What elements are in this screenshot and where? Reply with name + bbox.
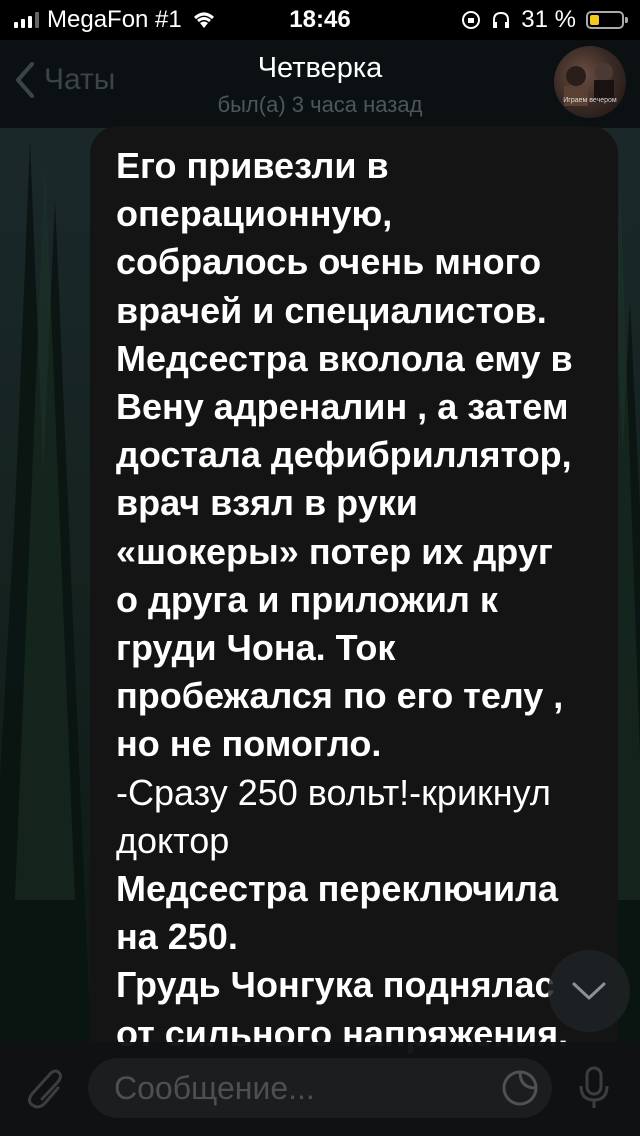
chat-header: Чаты Четверка был(а) 3 часа назад Играем…	[0, 40, 640, 128]
battery-percent: 31 %	[521, 6, 576, 33]
orientation-lock-icon	[462, 11, 481, 29]
microphone-button[interactable]	[576, 1064, 612, 1117]
composer: Сообщение...	[0, 1042, 640, 1136]
battery-icon	[586, 11, 628, 29]
message-input[interactable]: Сообщение...	[88, 1058, 552, 1118]
chat-title[interactable]: Четверка	[0, 52, 640, 85]
avatar-image	[564, 63, 614, 106]
chevron-down-icon	[572, 982, 606, 1000]
status-bar: MegaFon #1 18:46 31 %	[0, 0, 640, 40]
paperclip-icon	[27, 1069, 62, 1109]
battery-fill	[590, 15, 599, 25]
sticker-icon	[502, 1070, 538, 1106]
avatar-caption: Играем вечером	[563, 97, 617, 104]
message-bubble[interactable]: Его привезли в операционную, собралось о…	[90, 126, 618, 1066]
headphones-icon	[493, 11, 510, 28]
message-part-2: -Сразу 250 вольт!-крикнул доктор	[116, 771, 551, 861]
message-part-1: Его привезли в операционную, собралось о…	[116, 145, 573, 765]
sticker-button[interactable]	[500, 1068, 540, 1113]
status-right: 31 %	[461, 6, 628, 34]
avatar[interactable]: Играем вечером	[554, 46, 626, 118]
message-part-3: Медсестра переключила на 250. Грудь Чонг…	[116, 868, 569, 1054]
attach-button[interactable]	[20, 1064, 64, 1117]
message-input-placeholder: Сообщение...	[114, 1070, 315, 1106]
scroll-down-button[interactable]	[548, 950, 630, 1032]
microphone-icon	[579, 1066, 609, 1108]
last-seen-status: был(а) 3 часа назад	[217, 92, 423, 117]
message-text: Его привезли в операционную, собралось о…	[116, 142, 616, 1058]
